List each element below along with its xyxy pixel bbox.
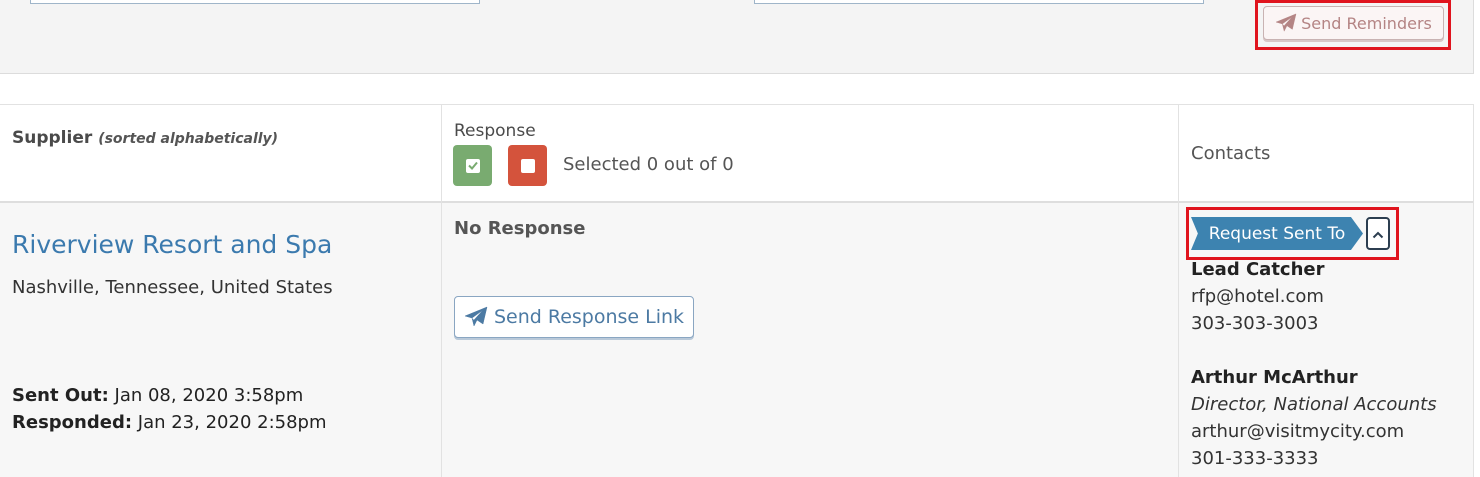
collapse-contacts-button[interactable] (1366, 217, 1390, 250)
selected-count: Selected 0 out of 0 (563, 154, 734, 175)
send-reminders-label: Send Reminders (1301, 13, 1432, 33)
send-reminders-button[interactable]: Send Reminders (1263, 6, 1444, 40)
sent-out-line: Sent Out: Jan 08, 2020 3:58pm (12, 385, 303, 406)
contact-phone: 301-333-3333 (1191, 448, 1319, 469)
responded-label: Responded: (12, 412, 133, 433)
column-divider (441, 104, 442, 477)
select-declined-button[interactable] (508, 145, 547, 186)
header-supplier-label: Supplier (12, 128, 93, 148)
responded-line: Responded: Jan 23, 2020 2:58pm (12, 412, 327, 433)
contact-name: Arthur McArthur (1191, 367, 1358, 388)
header-supplier-note: (sorted alphabetically) (98, 131, 279, 147)
contact-email[interactable]: rfp@hotel.com (1191, 286, 1324, 307)
paper-plane-icon (1275, 13, 1297, 33)
contact-title: Director, National Accounts (1191, 394, 1437, 415)
sent-out-label: Sent Out: (12, 385, 109, 406)
supplier-name-link[interactable]: Riverview Resort and Spa (12, 230, 332, 259)
contact-email[interactable]: arthur@visitmycity.com (1191, 421, 1404, 442)
chevron-up-icon (1372, 224, 1384, 243)
filter-input-left[interactable] (30, 0, 480, 4)
contact-name: Lead Catcher (1191, 259, 1325, 280)
supplier-location: Nashville, Tennessee, United States (12, 277, 333, 298)
checkbox-empty-icon (520, 158, 535, 173)
select-accepted-button[interactable] (453, 145, 492, 186)
header-response: Response (454, 121, 536, 141)
header-supplier[interactable]: Supplier (sorted alphabetically) (12, 128, 278, 148)
sent-out-value: Jan 08, 2020 3:58pm (114, 385, 304, 406)
contact-phone: 303-303-3003 (1191, 313, 1319, 334)
header-contacts: Contacts (1191, 143, 1271, 164)
column-divider (1473, 104, 1474, 477)
response-status: No Response (454, 218, 586, 239)
paper-plane-icon (464, 306, 488, 328)
send-response-link-button[interactable]: Send Response Link (454, 296, 694, 338)
responded-value: Jan 23, 2020 2:58pm (137, 412, 327, 433)
checkbox-checked-icon (465, 158, 480, 173)
request-sent-tag: Request Sent To (1191, 217, 1363, 250)
filter-panel (0, 0, 1474, 74)
filter-input-right[interactable] (754, 0, 1204, 4)
column-divider (1178, 104, 1179, 477)
send-response-link-label: Send Response Link (493, 306, 685, 328)
